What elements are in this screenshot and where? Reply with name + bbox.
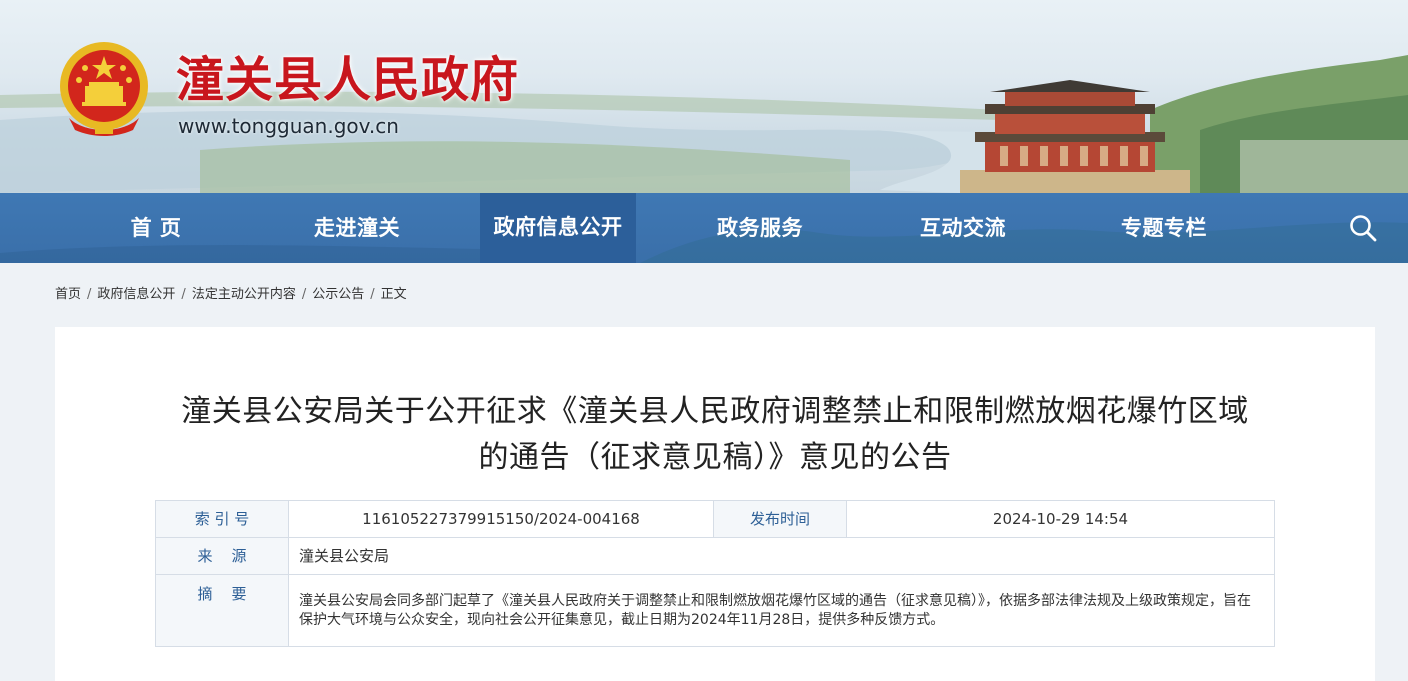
search-icon[interactable] — [1348, 213, 1378, 243]
header-banner: 潼关县人民政府 www.tongguan.gov.cn — [0, 0, 1408, 193]
publish-time-label: 发布时间 — [713, 500, 847, 538]
breadcrumb-separator: / — [181, 287, 186, 302]
breadcrumb-announcements[interactable]: 公示公告 — [312, 287, 364, 302]
nav-about-tongguan[interactable]: 走进潼关 — [279, 193, 435, 263]
breadcrumb-current: 正文 — [380, 287, 407, 302]
article-panel: 潼关县公安局关于公开征求《潼关县人民政府调整禁止和限制燃放烟花爆竹区域 的通告（… — [55, 327, 1375, 681]
source-value: 潼关县公安局 — [288, 537, 1275, 575]
index-number-value: 116105227379915150/2024-004168 — [288, 500, 714, 538]
breadcrumb-gov-info[interactable]: 政府信息公开 — [97, 287, 175, 302]
nav-interaction[interactable]: 互动交流 — [885, 193, 1041, 263]
nav-gov-info-disclosure[interactable]: 政府信息公开 — [480, 193, 636, 263]
publish-time-value: 2024-10-29 14:54 — [846, 500, 1275, 538]
nav-gov-services[interactable]: 政务服务 — [682, 193, 838, 263]
summary-value: 潼关县公安局会同多部门起草了《潼关县人民政府关于调整禁止和限制燃放烟花爆竹区域的… — [288, 574, 1275, 647]
article-title-line-2: 的通告（征求意见稿）》意见的公告 — [478, 440, 952, 475]
site-title: 潼关县人民政府 — [176, 52, 520, 108]
meta-row-summary: 摘 要 潼关县公安局会同多部门起草了《潼关县人民政府关于调整禁止和限制燃放烟花爆… — [155, 574, 1275, 647]
article-title-line-1: 潼关县公安局关于公开征求《潼关县人民政府调整禁止和限制燃放烟花爆竹区域 — [181, 394, 1249, 429]
breadcrumb-separator: / — [301, 287, 307, 302]
article-title: 潼关县公安局关于公开征求《潼关县人民政府调整禁止和限制燃放烟花爆竹区域 的通告（… — [145, 389, 1285, 481]
breadcrumb-separator: / — [87, 287, 92, 302]
site-url: www.tongguan.gov.cn — [178, 114, 399, 138]
breadcrumb: 首页 / 政府信息公开 / 法定主动公开内容 / 公示公告 / 正文 — [55, 284, 407, 306]
summary-label: 摘 要 — [155, 574, 289, 647]
article-meta-table: 索 引 号 116105227379915150/2024-004168 发布时… — [155, 500, 1275, 647]
nav-special-topics[interactable]: 专题专栏 — [1086, 193, 1242, 263]
main-nav: 首 页 走进潼关 政府信息公开 政务服务 互动交流 专题专栏 — [0, 193, 1408, 263]
breadcrumb-home[interactable]: 首页 — [55, 287, 81, 302]
meta-row-source: 来 源 潼关县公安局 — [155, 537, 1275, 575]
meta-row-index: 索 引 号 116105227379915150/2024-004168 发布时… — [155, 500, 1275, 538]
breadcrumb-statutory-content[interactable]: 法定主动公开内容 — [192, 287, 296, 302]
source-label: 来 源 — [155, 537, 289, 575]
national-emblem-icon — [60, 42, 148, 136]
breadcrumb-separator: / — [370, 287, 375, 302]
index-number-label: 索 引 号 — [155, 500, 289, 538]
nav-home[interactable]: 首 页 — [78, 193, 234, 263]
